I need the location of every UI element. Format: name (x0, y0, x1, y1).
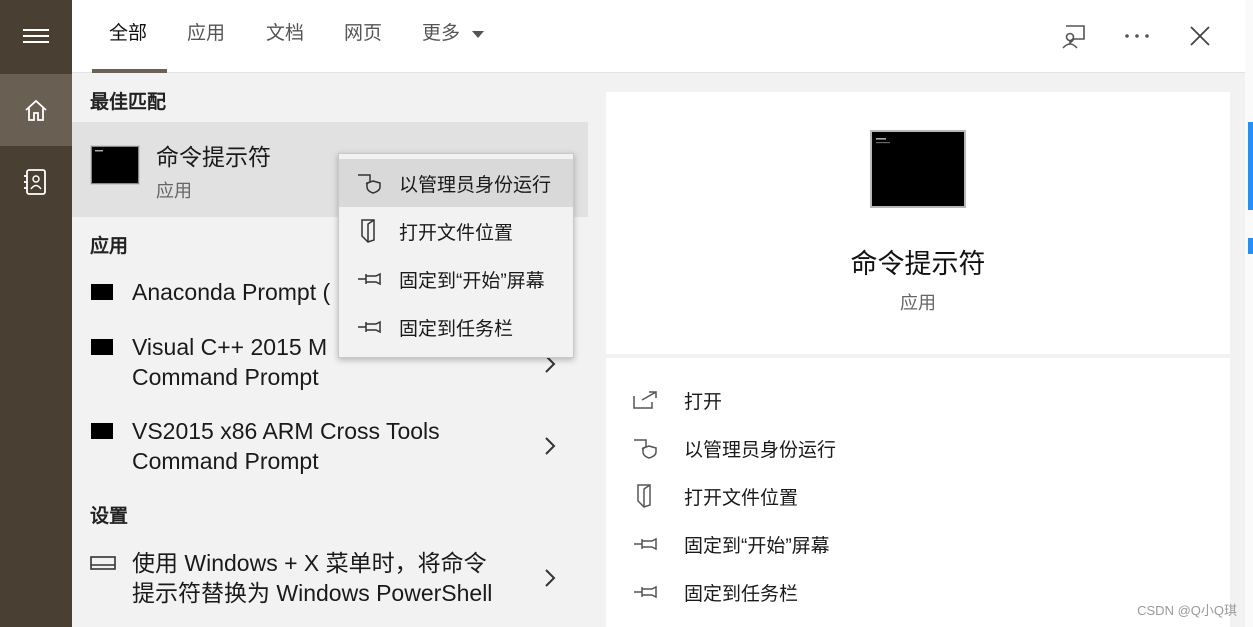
pin-icon (358, 272, 381, 286)
app-label-line2: Command Prompt (132, 364, 319, 390)
close-button[interactable] (1182, 18, 1218, 54)
tab-documents[interactable]: 文档 (266, 0, 304, 72)
tab-more-label: 更多 (422, 23, 461, 44)
list-item[interactable]: VS2015 x86 ARM Cross Tools Command Promp… (72, 413, 588, 479)
chevron-right-icon (545, 437, 556, 455)
file-location-icon (361, 219, 375, 243)
app-label: Anaconda Prompt ( (132, 279, 331, 305)
more-options-button[interactable] (1119, 18, 1155, 54)
tab-all[interactable]: 全部 (109, 0, 147, 72)
top-bar: 全部 应用 文档 网页 更多 (72, 0, 1245, 73)
command-prompt-icon (91, 146, 139, 184)
home-button[interactable] (0, 74, 72, 146)
feedback-button[interactable] (1056, 18, 1092, 54)
action-label: 固定到任务栏 (684, 583, 799, 605)
app-preview: 命令提示符 应用 (606, 92, 1230, 354)
best-match-subtitle: 应用 (156, 181, 192, 201)
context-run-as-admin[interactable]: 以管理员身份运行 (339, 159, 573, 207)
best-match-title: 命令提示符 (156, 144, 271, 170)
action-label: 打开文件位置 (684, 487, 799, 509)
tab-web[interactable]: 网页 (344, 0, 382, 72)
shield-icon (358, 174, 381, 194)
action-list: 打开 以管理员身份运行 打开文件位置 固定到“开始”屏幕 固定到任务栏 (606, 358, 1230, 627)
feedback-icon (1062, 25, 1085, 49)
hamburger-menu-button[interactable] (0, 0, 72, 72)
watermark: CSDN @Q小Q琪 (1137, 603, 1237, 618)
background-strip (1245, 0, 1253, 627)
action-label: 固定到“开始”屏幕 (684, 535, 830, 557)
caret-down-icon (472, 31, 485, 38)
terminal-icon (91, 284, 113, 300)
left-rail (0, 0, 72, 627)
background-accent (1248, 238, 1253, 254)
close-icon (1190, 26, 1210, 46)
setting-label-line2: 提示符替换为 Windows PowerShell (132, 580, 493, 606)
pin-icon (358, 320, 381, 334)
terminal-icon (91, 423, 113, 439)
hamburger-menu-icon (23, 29, 49, 43)
context-pin-to-start[interactable]: 固定到“开始”屏幕 (339, 255, 573, 303)
app-label-line1: VS2015 x86 ARM Cross Tools (132, 418, 440, 444)
context-item-label: 打开文件位置 (399, 222, 514, 244)
background-accent (1248, 122, 1253, 210)
open-icon (633, 391, 657, 409)
context-item-label: 固定到“开始”屏幕 (399, 270, 545, 292)
setting-label-line1: 使用 Windows + X 菜单时，将命令 (132, 550, 487, 576)
section-settings: 设置 (90, 506, 129, 527)
notebook-icon (24, 169, 46, 195)
file-location-icon (637, 484, 651, 508)
context-menu: 以管理员身份运行 打开文件位置 固定到“开始”屏幕 固定到任务栏 (338, 153, 574, 358)
tab-apps[interactable]: 应用 (187, 0, 225, 72)
section-apps: 应用 (90, 236, 129, 257)
home-icon (25, 99, 47, 121)
preview-title: 命令提示符 (850, 249, 986, 279)
action-label: 以管理员身份运行 (684, 439, 837, 461)
more-options-icon (1125, 34, 1149, 38)
action-run-as-admin[interactable]: 以管理员身份运行 (606, 424, 1230, 472)
command-prompt-large-icon (870, 130, 966, 208)
context-item-label: 以管理员身份运行 (399, 174, 552, 196)
pin-icon (634, 585, 657, 599)
notebook-button[interactable] (0, 146, 72, 218)
action-pin-to-start[interactable]: 固定到“开始”屏幕 (606, 520, 1230, 568)
action-open-file-location[interactable]: 打开文件位置 (606, 472, 1230, 520)
shield-icon (634, 439, 657, 459)
action-label: 打开 (684, 391, 723, 413)
section-best-match: 最佳匹配 (90, 92, 167, 113)
terminal-icon (91, 339, 113, 355)
app-label-line1: Visual C++ 2015 M (132, 334, 328, 360)
context-item-label: 固定到任务栏 (399, 318, 514, 340)
app-label-line2: Command Prompt (132, 448, 319, 474)
preview-subtitle: 应用 (900, 293, 936, 313)
pin-icon (634, 537, 657, 551)
chevron-right-icon (545, 569, 556, 587)
tab-more[interactable]: 更多 (422, 0, 485, 72)
list-item[interactable]: 使用 Windows + X 菜单时，将命令 提示符替换为 Windows Po… (72, 545, 588, 611)
keyboard-icon (90, 556, 116, 570)
context-open-file-location[interactable]: 打开文件位置 (339, 207, 573, 255)
action-open[interactable]: 打开 (606, 376, 1230, 424)
context-pin-to-taskbar[interactable]: 固定到任务栏 (339, 303, 573, 351)
